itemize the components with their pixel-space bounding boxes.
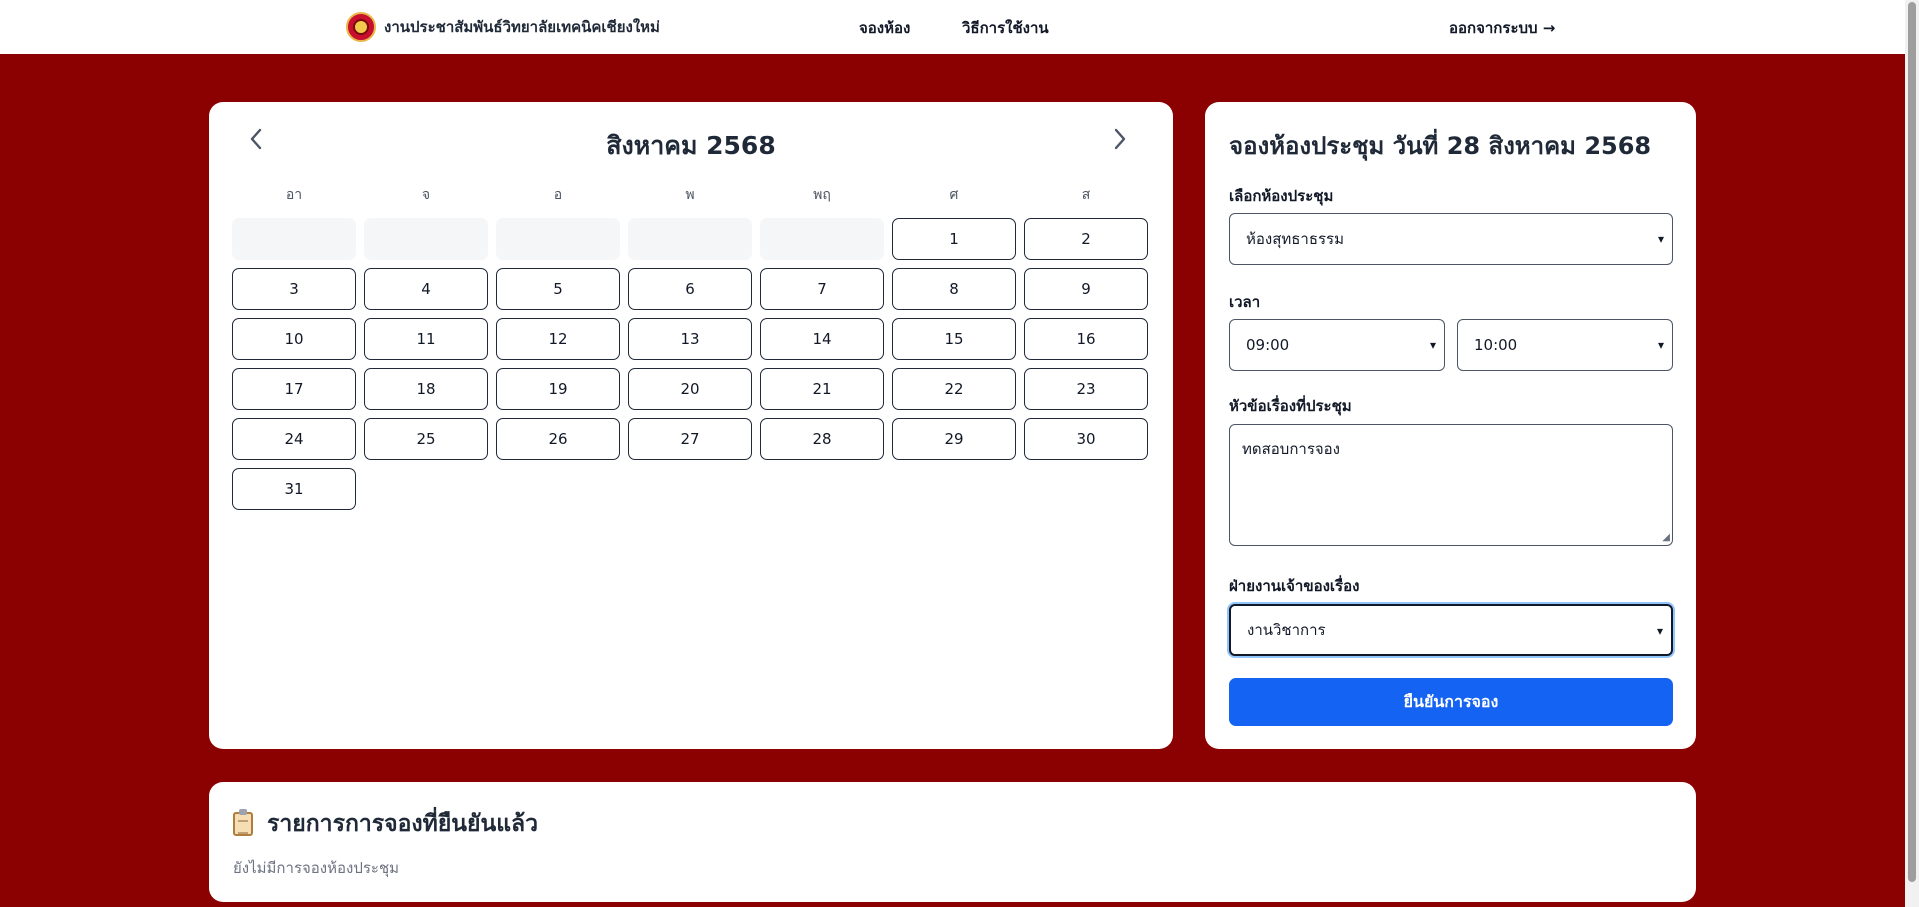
calendar-empty-cell [364, 218, 488, 260]
calendar-day[interactable]: 14 [760, 318, 884, 360]
weekday-header: อา [285, 187, 303, 203]
calendar-day[interactable]: 1 [892, 218, 1016, 260]
bookings-title: รายการการจองที่ยืนยันแล้ว [267, 811, 539, 837]
calendar-day[interactable]: 27 [628, 418, 752, 460]
topic-label: หัวข้อเรื่องที่ประชุม [1229, 397, 1352, 415]
month-title: สิงหาคม 2568 [606, 131, 776, 160]
form-title: จองห้องประชุม วันที่ 28 สิงหาคม 2568 [1229, 132, 1652, 160]
end-time-select[interactable]: 10:00 ▾ [1457, 319, 1673, 371]
calendar-day[interactable]: 15 [892, 318, 1016, 360]
chevron-down-icon: ▾ [1657, 232, 1664, 246]
top-navbar: งานประชาสัมพันธ์วิทยาลัยเทคนิคเชียงใหม่ … [0, 0, 1905, 54]
calendar-day[interactable]: 26 [496, 418, 620, 460]
calendar-day[interactable]: 12 [496, 318, 620, 360]
chevron-down-icon: ▾ [1656, 624, 1663, 638]
weekday-header: พ [685, 187, 695, 203]
start-time-select[interactable]: 09:00 ▾ [1229, 319, 1445, 371]
calendar-day[interactable]: 24 [232, 418, 356, 460]
logout-link[interactable]: ออกจากระบบ → [1449, 16, 1555, 40]
vertical-scrollbar[interactable] [1905, 0, 1919, 907]
calendar-day[interactable]: 21 [760, 368, 884, 410]
calendar-day[interactable]: 3 [232, 268, 356, 310]
calendar-day[interactable]: 29 [892, 418, 1016, 460]
calendar-day[interactable]: 31 [232, 468, 356, 510]
calendar-day[interactable]: 9 [1024, 268, 1148, 310]
confirmed-bookings-card: รายการการจองที่ยืนยันแล้ว ยังไม่มีการจอง… [209, 782, 1696, 902]
room-label: เลือกห้องประชุม [1229, 187, 1334, 205]
calendar-day[interactable]: 17 [232, 368, 356, 410]
college-logo-icon [346, 12, 376, 42]
calendar-day[interactable]: 28 [760, 418, 884, 460]
calendar-day[interactable]: 23 [1024, 368, 1148, 410]
calendar-empty-cell [760, 218, 884, 260]
calendar-day[interactable]: 13 [628, 318, 752, 360]
calendar-day[interactable]: 30 [1024, 418, 1148, 460]
nav-book-room[interactable]: จองห้อง [859, 16, 910, 40]
weekday-header: ส [1081, 187, 1091, 203]
nav-how-to-use[interactable]: วิธีการใช้งาน [962, 16, 1049, 40]
empty-bookings-message: ยังไม่มีการจองห้องประชุม [233, 859, 400, 877]
calendar-empty-cell [232, 218, 356, 260]
chevron-right-icon [1114, 128, 1126, 150]
weekday-header: ศ [949, 187, 959, 203]
weekday-header: จ [421, 187, 431, 203]
calendar-day[interactable]: 8 [892, 268, 1016, 310]
calendar-day[interactable]: 16 [1024, 318, 1148, 360]
time-label: เวลา [1229, 293, 1261, 311]
chevron-down-icon: ▾ [1429, 338, 1436, 352]
end-time-value: 10:00 [1474, 336, 1518, 354]
calendar-day[interactable]: 25 [364, 418, 488, 460]
calendar-day[interactable]: 6 [628, 268, 752, 310]
calendar-day[interactable]: 2 [1024, 218, 1148, 260]
next-month-button[interactable] [1105, 124, 1135, 154]
calendar-day[interactable]: 10 [232, 318, 356, 360]
calendar-day[interactable]: 5 [496, 268, 620, 310]
chevron-down-icon: ▾ [1657, 338, 1664, 352]
start-time-value: 09:00 [1246, 336, 1290, 354]
brand[interactable]: งานประชาสัมพันธ์วิทยาลัยเทคนิคเชียงใหม่ [346, 12, 660, 42]
department-select-value: งานวิชาการ [1247, 621, 1326, 639]
room-select-value: ห้องสุทธาธรรม [1246, 230, 1344, 248]
calendar-day[interactable]: 7 [760, 268, 884, 310]
clipboard-icon [233, 809, 253, 836]
brand-name: งานประชาสัมพันธ์วิทยาลัยเทคนิคเชียงใหม่ [384, 18, 660, 36]
calendar-day[interactable]: 20 [628, 368, 752, 410]
calendar-card: สิงหาคม 2568 อาจอพพฤศส 1 2 3 4 5 6 7 8 9 10 11 12 13 1… [209, 102, 1173, 749]
calendar-day[interactable]: 19 [496, 368, 620, 410]
calendar-day[interactable]: 18 [364, 368, 488, 410]
scrollbar-thumb[interactable] [1908, 2, 1916, 882]
weekday-header: พฤ [813, 187, 831, 203]
bookings-header: รายการการจองที่ยืนยันแล้ว [233, 806, 538, 842]
weekday-header: อ [553, 187, 563, 203]
calendar-empty-cell [628, 218, 752, 260]
booking-form-card: จองห้องประชุม วันที่ 28 สิงหาคม 2568 เลื… [1205, 102, 1696, 749]
calendar-empty-cell [496, 218, 620, 260]
calendar-day[interactable]: 4 [364, 268, 488, 310]
room-select[interactable]: ห้องสุทธาธรรม ▾ [1229, 213, 1673, 265]
calendar-day[interactable]: 22 [892, 368, 1016, 410]
calendar-day[interactable]: 11 [364, 318, 488, 360]
topic-textarea[interactable]: ทดสอบการจอง ◢ [1229, 424, 1673, 546]
department-select[interactable]: งานวิชาการ ▾ [1229, 604, 1673, 656]
topic-value: ทดสอบการจอง [1242, 440, 1340, 458]
department-label: ฝ่ายงานเจ้าของเรื่อง [1229, 577, 1360, 595]
confirm-booking-button[interactable]: ยืนยันการจอง [1229, 678, 1673, 726]
resize-handle-icon[interactable]: ◢ [1662, 532, 1670, 543]
